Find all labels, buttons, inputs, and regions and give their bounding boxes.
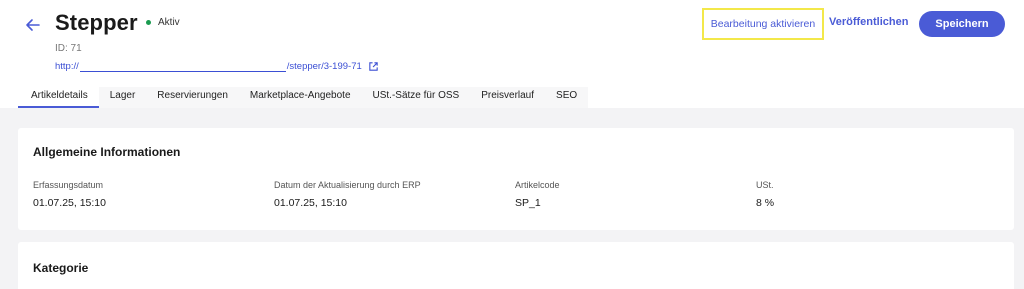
tab-lager[interactable]: Lager bbox=[98, 87, 147, 108]
tab-reservierungen[interactable]: Reservierungen bbox=[146, 87, 239, 108]
arrow-left-icon bbox=[26, 19, 40, 31]
field-value: 01.07.25, 15:10 bbox=[33, 197, 106, 209]
external-link-icon[interactable] bbox=[368, 61, 379, 72]
product-url-link[interactable]: http:// /stepper/3-199-71 bbox=[55, 61, 379, 72]
url-redacted-segment bbox=[79, 64, 286, 72]
url-suffix: /stepper/3-199-71 bbox=[286, 61, 362, 72]
field-label: Erfassungsdatum bbox=[33, 180, 104, 190]
field-label: Artikelcode bbox=[515, 180, 560, 190]
publish-button[interactable]: Veröffentlichen bbox=[829, 16, 908, 28]
field-value: SP_1 bbox=[515, 197, 541, 209]
main-content: Allgemeine Informationen Erfassungsdatum… bbox=[0, 108, 1024, 289]
status-dot-icon bbox=[146, 20, 151, 25]
tab-ust-saetze-oss[interactable]: USt.-Sätze für OSS bbox=[361, 87, 471, 108]
field-value: 01.07.25, 15:10 bbox=[274, 197, 347, 209]
tab-artikeldetails[interactable]: Artikeldetails bbox=[18, 87, 99, 108]
category-title: Kategorie bbox=[33, 261, 89, 275]
tab-seo[interactable]: SEO bbox=[545, 87, 589, 108]
page-header: Stepper Aktiv ID: 71 http:// /stepper/3-… bbox=[0, 0, 1024, 108]
tab-marketplace-angebote[interactable]: Marketplace-Angebote bbox=[238, 87, 362, 108]
tab-bar: Artikeldetails Lager Reservierungen Mark… bbox=[18, 87, 589, 108]
field-aktualisierungsdatum: Datum der Aktualisierung durch ERP 01.07… bbox=[274, 180, 421, 209]
category-card: Kategorie bbox=[18, 242, 1014, 289]
enable-editing-button[interactable]: Bearbeitung aktivieren bbox=[702, 8, 824, 40]
field-erfassungsdatum: Erfassungsdatum 01.07.25, 15:10 bbox=[33, 180, 106, 209]
save-button[interactable]: Speichern bbox=[919, 11, 1005, 37]
tab-preisverlauf[interactable]: Preisverlauf bbox=[470, 87, 546, 108]
field-label: Datum der Aktualisierung durch ERP bbox=[274, 180, 421, 190]
field-label: USt. bbox=[756, 180, 774, 190]
general-info-title: Allgemeine Informationen bbox=[33, 145, 181, 159]
field-artikelcode: Artikelcode SP_1 bbox=[515, 180, 560, 209]
general-info-card: Allgemeine Informationen Erfassungsdatum… bbox=[18, 128, 1014, 230]
item-id: ID: 71 bbox=[55, 43, 82, 54]
field-ust: USt. 8 % bbox=[756, 180, 774, 209]
page-title: Stepper bbox=[55, 10, 138, 35]
status-label: Aktiv bbox=[158, 17, 180, 28]
url-prefix: http:// bbox=[55, 61, 79, 72]
back-button[interactable] bbox=[22, 14, 44, 36]
field-value: 8 % bbox=[756, 197, 775, 209]
status-badge: Aktiv bbox=[146, 17, 180, 28]
